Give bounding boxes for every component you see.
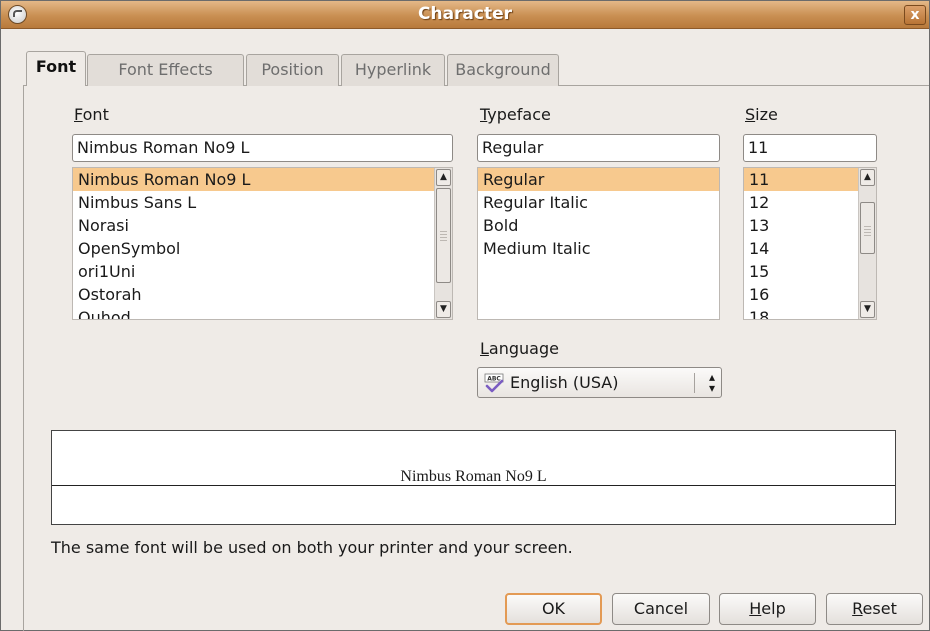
- list-item[interactable]: Ouhod: [73, 306, 452, 319]
- character-dialog: Character x Font Font Effects Position H…: [0, 0, 930, 631]
- svg-text:ABC: ABC: [487, 376, 501, 383]
- combo-separator: [694, 373, 695, 393]
- list-item[interactable]: Nimbus Roman No9 L: [73, 168, 452, 191]
- scroll-down-icon[interactable]: ▼: [860, 301, 875, 318]
- list-item[interactable]: OpenSymbol: [73, 237, 452, 260]
- list-item[interactable]: Bold: [478, 214, 719, 237]
- list-item[interactable]: Regular: [478, 168, 719, 191]
- scroll-thumb[interactable]: [860, 202, 875, 254]
- font-list[interactable]: Nimbus Roman No9 L Nimbus Sans L Norasi …: [72, 167, 453, 320]
- typeface-list[interactable]: Regular Regular Italic Bold Medium Itali…: [477, 167, 720, 320]
- list-item[interactable]: 13: [744, 214, 876, 237]
- language-label: Language: [480, 339, 559, 358]
- close-button[interactable]: x: [904, 5, 926, 25]
- reset-button[interactable]: Reset: [826, 593, 923, 625]
- list-item[interactable]: Ostorah: [73, 283, 452, 306]
- list-item[interactable]: 15: [744, 260, 876, 283]
- scroll-thumb[interactable]: [436, 188, 451, 283]
- font-preview: Nimbus Roman No9 L: [51, 430, 896, 525]
- language-select[interactable]: ABC English (USA) ▴ ▾: [477, 367, 722, 398]
- scroll-up-icon[interactable]: ▲: [436, 169, 451, 186]
- size-field[interactable]: 11: [743, 134, 877, 162]
- tab-position[interactable]: Position: [246, 54, 339, 86]
- font-label: Font: [74, 105, 109, 124]
- window-title: Character: [417, 4, 513, 24]
- spellcheck-abc-icon: ABC: [484, 373, 504, 393]
- ok-button[interactable]: OK: [505, 593, 602, 625]
- tab-background[interactable]: Background: [447, 54, 559, 86]
- list-item[interactable]: ori1Uni: [73, 260, 452, 283]
- tab-font[interactable]: Font: [26, 51, 86, 86]
- font-name-field[interactable]: Nimbus Roman No9 L: [72, 134, 453, 162]
- typeface-label: Typeface: [480, 105, 551, 124]
- font-list-scrollbar[interactable]: ▲ ▼: [434, 168, 452, 319]
- list-item[interactable]: 12: [744, 191, 876, 214]
- list-item[interactable]: Medium Italic: [478, 237, 719, 260]
- title-bar[interactable]: Character x: [1, 1, 929, 29]
- list-item[interactable]: Nimbus Sans L: [73, 191, 452, 214]
- tab-hyperlink[interactable]: Hyperlink: [341, 54, 445, 86]
- size-list[interactable]: 11 12 13 14 15 16 18 ▲ ▼: [743, 167, 877, 320]
- info-text: The same font will be used on both your …: [51, 538, 573, 557]
- list-item[interactable]: 16: [744, 283, 876, 306]
- list-item[interactable]: Regular Italic: [478, 191, 719, 214]
- tab-font-effects[interactable]: Font Effects: [87, 54, 244, 86]
- list-item[interactable]: Norasi: [73, 214, 452, 237]
- size-list-scrollbar[interactable]: ▲ ▼: [858, 168, 876, 319]
- language-value: English (USA): [510, 373, 619, 392]
- size-label: Size: [745, 105, 778, 124]
- cancel-button[interactable]: Cancel: [612, 593, 710, 625]
- list-item[interactable]: 11: [744, 168, 876, 191]
- typeface-field[interactable]: Regular: [477, 134, 720, 162]
- help-button[interactable]: Help: [719, 593, 816, 625]
- scroll-up-icon[interactable]: ▲: [860, 169, 875, 186]
- scroll-down-icon[interactable]: ▼: [436, 301, 451, 318]
- updown-arrows-icon: ▴ ▾: [708, 370, 715, 395]
- list-item[interactable]: 18: [744, 306, 876, 319]
- list-item[interactable]: 14: [744, 237, 876, 260]
- preview-text: Nimbus Roman No9 L: [398, 468, 549, 485]
